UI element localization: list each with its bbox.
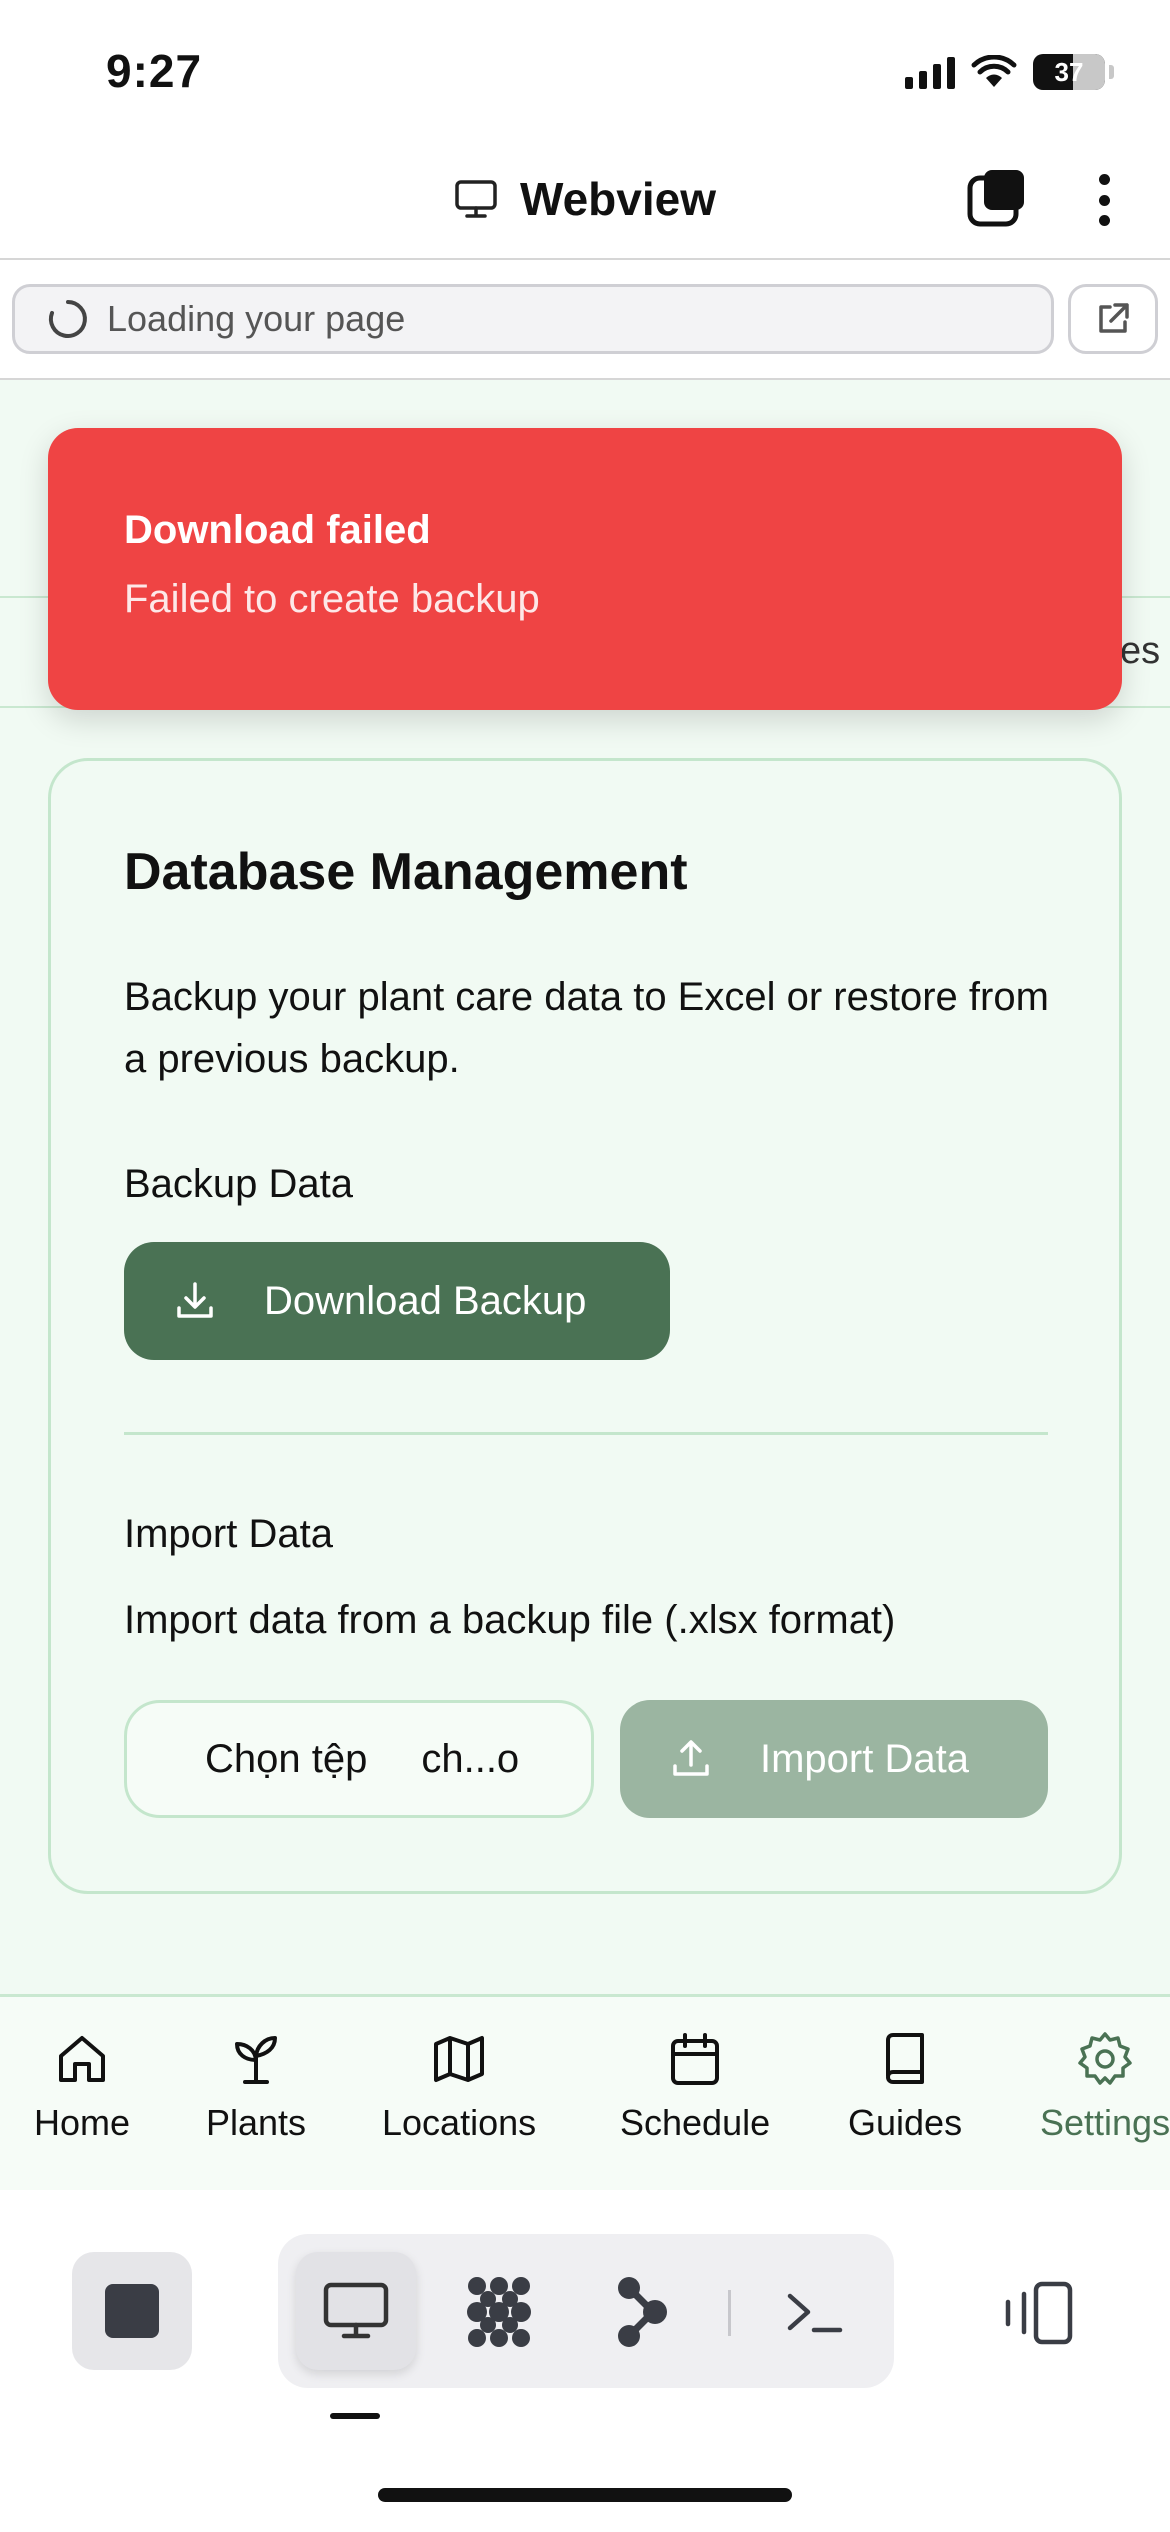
loading-spinner-icon bbox=[48, 300, 87, 338]
flow-mode-button[interactable] bbox=[603, 2272, 683, 2352]
nav-item-home[interactable]: Home bbox=[34, 2030, 130, 2144]
map-icon bbox=[434, 2036, 485, 2082]
terminal-icon bbox=[787, 2293, 843, 2333]
home-indicator[interactable] bbox=[378, 2488, 792, 2502]
nav-label-plants: Plants bbox=[206, 2102, 307, 2143]
flow-nodes-icon bbox=[618, 2277, 667, 2347]
status-time: 9:27 bbox=[106, 45, 203, 97]
active-mode-indicator bbox=[330, 2413, 380, 2419]
divider bbox=[124, 1432, 1048, 1435]
tabs-icon bbox=[967, 170, 1024, 227]
sprout-icon bbox=[235, 2036, 278, 2084]
card-title: Database Management bbox=[124, 843, 688, 901]
nav-item-schedule[interactable]: Schedule bbox=[620, 2030, 770, 2144]
card-description: Backup your plant care data to Excel or … bbox=[124, 975, 1049, 1081]
error-toast[interactable]: Download failed Failed to create backup bbox=[48, 428, 1122, 710]
cellular-signal-icon bbox=[905, 55, 955, 89]
gear-icon bbox=[1078, 2032, 1132, 2085]
nav-item-settings[interactable]: Settings bbox=[1040, 2030, 1170, 2144]
import-description: Import data from a backup file (.xlsx fo… bbox=[124, 1598, 896, 1642]
dots-cluster-icon bbox=[467, 2277, 531, 2347]
file-input[interactable]: Chọn tệp ch...o bbox=[124, 1700, 594, 1818]
import-section-label: Import Data bbox=[124, 1512, 333, 1556]
nav-item-locations[interactable]: Locations bbox=[382, 2030, 536, 2144]
divider bbox=[0, 258, 1170, 260]
status-icons: 37 bbox=[905, 52, 1114, 92]
stop-icon bbox=[105, 2284, 159, 2338]
calendar-icon bbox=[671, 2033, 720, 2085]
upload-icon bbox=[673, 1740, 709, 1776]
backup-section-label: Backup Data bbox=[124, 1162, 354, 1206]
nav-item-plants[interactable]: Plants bbox=[206, 2030, 306, 2144]
nav-label-locations: Locations bbox=[382, 2102, 537, 2143]
battery-icon: 37 bbox=[1033, 54, 1105, 90]
separator bbox=[728, 2290, 731, 2336]
nav-label-home: Home bbox=[34, 2102, 131, 2143]
book-icon bbox=[886, 2033, 925, 2084]
more-options-button[interactable] bbox=[1084, 170, 1124, 230]
stop-button[interactable] bbox=[72, 2252, 192, 2370]
url-bar[interactable]: Loading your page bbox=[12, 284, 1054, 354]
bottom-navigation bbox=[0, 1994, 1170, 2190]
nav-label-settings: Settings bbox=[1040, 2102, 1170, 2143]
download-backup-button[interactable]: Download Backup bbox=[124, 1242, 670, 1360]
url-text: Loading your page bbox=[107, 298, 406, 339]
import-data-label: Import Data bbox=[760, 1736, 969, 1781]
download-icon bbox=[177, 1282, 213, 1318]
home-icon bbox=[59, 2036, 106, 2082]
nav-label-schedule: Schedule bbox=[620, 2102, 771, 2143]
nav-item-guides[interactable]: Guides bbox=[848, 2030, 962, 2144]
choose-file-label: Chọn tệp bbox=[205, 1736, 368, 1781]
tabs-button[interactable] bbox=[966, 168, 1026, 228]
wifi-icon bbox=[971, 55, 1017, 87]
cluster-mode-button[interactable] bbox=[459, 2272, 539, 2352]
rotate-device-icon bbox=[1005, 2281, 1073, 2345]
monitor-icon bbox=[323, 2282, 389, 2339]
external-link-icon bbox=[1099, 303, 1129, 333]
rotate-button[interactable] bbox=[998, 2280, 1078, 2346]
file-name: ch...o bbox=[421, 1736, 520, 1781]
desktop-mode-button[interactable] bbox=[296, 2252, 416, 2370]
terminal-mode-button[interactable] bbox=[774, 2272, 854, 2352]
nav-label-guides: Guides bbox=[848, 2102, 963, 2143]
open-external-button[interactable] bbox=[1068, 284, 1158, 354]
title-text: Webview bbox=[520, 173, 716, 225]
monitor-icon bbox=[455, 180, 497, 218]
download-backup-label: Download Backup bbox=[264, 1278, 587, 1323]
toast-description: Failed to create backup bbox=[124, 577, 540, 621]
partial-tab-label[interactable]: es bbox=[1120, 630, 1160, 673]
battery-percent: 37 bbox=[1054, 56, 1084, 87]
toast-title: Download failed bbox=[124, 508, 431, 552]
import-data-button[interactable]: Import Data bbox=[620, 1700, 1048, 1818]
